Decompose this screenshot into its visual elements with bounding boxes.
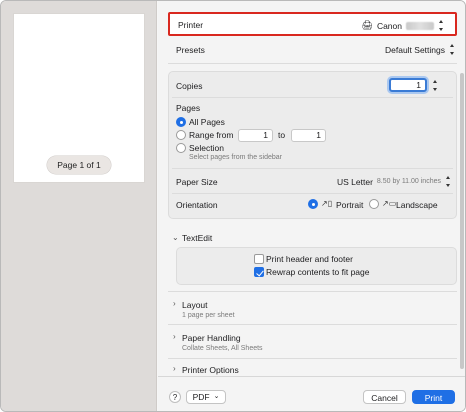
all-pages-label: All Pages [189, 117, 225, 127]
landscape-icon: ↗▭ [382, 199, 397, 208]
divider [168, 63, 457, 64]
textedit-section-label[interactable]: TextEdit [182, 233, 212, 243]
textedit-options-box [176, 247, 457, 285]
paper-handling-section-label[interactable]: Paper Handling [182, 333, 241, 343]
chevron-down-icon[interactable]: ⌄ [172, 233, 179, 242]
preview-pane: Page 1 of 1 [1, 1, 157, 411]
landscape-label: Landscape [396, 200, 438, 210]
divider [172, 193, 453, 194]
layout-summary: 1 page per sheet [182, 312, 235, 319]
scrollbar[interactable] [460, 73, 464, 369]
rewrap-label: Rewrap contents to fit page [266, 267, 370, 277]
orientation-label: Orientation [176, 200, 218, 210]
printer-options-section-label[interactable]: Printer Options [182, 365, 239, 375]
paper-size-value: US Letter [337, 176, 373, 187]
printer-name: Canon [376, 20, 402, 31]
presets-select[interactable]: Default Settings [385, 44, 456, 55]
settings-pane: Printer 🖨 Canon Presets Default Settings… [158, 1, 465, 411]
all-pages-radio[interactable] [176, 117, 186, 127]
print-header-footer-checkbox[interactable] [254, 254, 264, 264]
chevron-updown-icon [445, 176, 452, 187]
range-to-label: to [278, 130, 286, 140]
layout-section-label[interactable]: Layout [182, 300, 208, 310]
pdf-menu-button[interactable]: PDF ⌄ [186, 390, 226, 404]
range-radio[interactable] [176, 130, 186, 140]
paper-handling-summary: Collate Sheets, All Sheets [182, 345, 263, 352]
printer-icon: 🖨 [361, 20, 373, 30]
cancel-button[interactable]: Cancel [363, 390, 406, 404]
landscape-radio[interactable] [369, 199, 379, 209]
presets-value: Default Settings [384, 44, 445, 55]
rewrap-checkbox[interactable] [254, 267, 264, 277]
chevron-right-icon[interactable]: › [173, 299, 176, 308]
paper-size-select[interactable]: US Letter 8.50 by 11.00 inches [337, 176, 452, 187]
chevron-updown-icon [449, 44, 456, 55]
printer-row[interactable]: Printer 🖨 Canon [168, 12, 457, 36]
chevron-right-icon[interactable]: › [173, 332, 176, 341]
selection-radio[interactable] [176, 143, 186, 153]
range-from-label: Range from [189, 130, 234, 140]
help-button[interactable]: ? [169, 391, 181, 403]
dialog-footer: ? PDF ⌄ Cancel Print [158, 376, 465, 411]
print-header-footer-label: Print header and footer [266, 254, 353, 264]
print-button[interactable]: Print [412, 390, 455, 404]
redacted-text [406, 21, 434, 30]
copies-stepper-icon[interactable] [432, 80, 439, 91]
divider [168, 291, 457, 292]
divider [168, 324, 457, 325]
divider [172, 168, 453, 169]
selection-label: Selection [189, 143, 224, 153]
printer-select[interactable]: 🖨 Canon [362, 20, 446, 31]
range-start-field[interactable]: 1 [238, 129, 273, 142]
portrait-icon: ↗▯ [321, 199, 333, 208]
portrait-radio[interactable] [308, 199, 318, 209]
page-indicator: Page 1 of 1 [47, 156, 111, 174]
portrait-label: Portrait [336, 200, 364, 210]
printer-label: Printer [178, 20, 204, 30]
copies-field[interactable]: 1 [389, 78, 427, 92]
print-dialog: Page 1 of 1 Printer 🖨 Canon Presets Defa… [0, 0, 466, 412]
range-end-field[interactable]: 1 [291, 129, 326, 142]
chevron-down-icon: ⌄ [213, 393, 220, 400]
pdf-label: PDF [192, 392, 210, 402]
chevron-right-icon[interactable]: › [173, 364, 176, 373]
paper-size-detail: 8.50 by 11.00 inches [376, 178, 441, 185]
presets-label: Presets [176, 45, 205, 55]
pages-label: Pages [176, 103, 201, 113]
divider [172, 97, 453, 98]
paper-size-label: Paper Size [176, 177, 218, 187]
divider [168, 358, 457, 359]
selection-hint: Select pages from the sidebar [189, 154, 282, 161]
chevron-updown-icon [438, 20, 445, 31]
copies-label: Copies [176, 81, 203, 91]
